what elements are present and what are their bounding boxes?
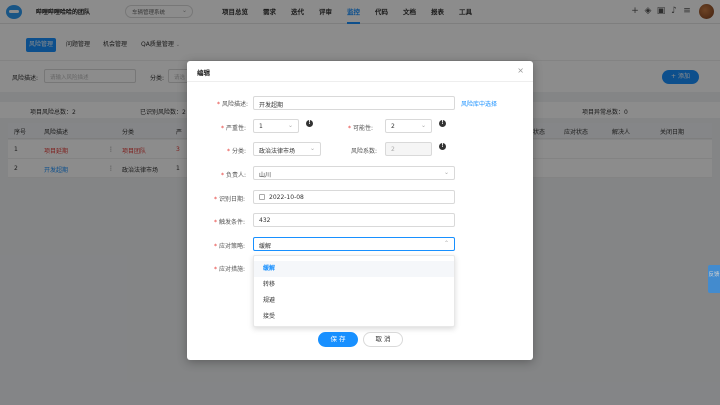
strategy-option-mitigate[interactable]: 缓解 <box>254 261 454 277</box>
identify-date-value: 2022-10-08 <box>269 194 304 201</box>
chevron-down-icon: ⌄ <box>420 122 426 129</box>
measure-label: * 应对措施: <box>214 266 246 273</box>
owner-select[interactable]: 山川 ⌄ <box>253 166 455 180</box>
identify-date-picker[interactable]: 2022-10-08 <box>253 190 455 204</box>
risk-factor-input: 2 <box>385 142 432 156</box>
strategy-option-avoid[interactable]: 规避 <box>254 293 454 309</box>
calendar-icon <box>259 194 265 200</box>
desc-label: * 风险描述: <box>217 101 249 108</box>
possibility-label: * 可能性: <box>348 125 374 132</box>
risk-factor-label: 风险系数: <box>351 148 378 155</box>
strategy-dropdown: 缓解 转移 规避 接受 <box>253 255 455 327</box>
category-select-value: 政治法律市场 <box>259 148 296 155</box>
modal-header: 编辑 × <box>187 61 533 82</box>
strategy-select-value: 缓解 <box>259 243 272 250</box>
desc-input[interactable]: 开发超期 <box>253 96 455 110</box>
chevron-down-icon: ⌄ <box>443 169 449 176</box>
feedback-side-tab[interactable]: 反馈 <box>708 265 720 293</box>
possibility-select-value: 2 <box>391 123 395 130</box>
cancel-button[interactable]: 取 消 <box>363 332 403 347</box>
strategy-select[interactable]: 缓解 ⌃ <box>253 237 455 251</box>
severity-select-value: 1 <box>259 123 263 130</box>
owner-label: * 负责人: <box>221 172 247 179</box>
save-button[interactable]: 保 存 <box>318 332 358 347</box>
strategy-option-transfer[interactable]: 转移 <box>254 277 454 293</box>
identify-date-label: * 识别日期: <box>214 196 246 203</box>
severity-label: * 严重性: <box>221 125 247 132</box>
chevron-down-icon: ⌄ <box>309 145 315 152</box>
strategy-option-accept[interactable]: 接受 <box>254 309 454 325</box>
owner-select-value: 山川 <box>259 172 272 179</box>
possibility-select[interactable]: 2 ⌄ <box>385 119 432 133</box>
chevron-down-icon: ⌄ <box>287 122 293 129</box>
trigger-label: * 触发条件: <box>214 219 246 226</box>
severity-select[interactable]: 1 ⌄ <box>253 119 299 133</box>
info-icon[interactable]: ! <box>439 120 446 127</box>
category-select[interactable]: 政治法律市场 ⌄ <box>253 142 321 156</box>
chevron-up-icon: ⌃ <box>443 240 449 247</box>
risk-library-link[interactable]: 风险库中选择 <box>461 99 497 108</box>
category-label: * 分类: <box>227 148 247 155</box>
trigger-input[interactable]: 432 <box>253 213 455 227</box>
close-icon[interactable]: × <box>517 66 524 75</box>
modal-title: 编辑 <box>197 69 210 77</box>
info-icon[interactable]: ! <box>306 120 313 127</box>
info-icon[interactable]: ! <box>439 143 446 150</box>
strategy-label: * 应对策略: <box>214 243 246 250</box>
